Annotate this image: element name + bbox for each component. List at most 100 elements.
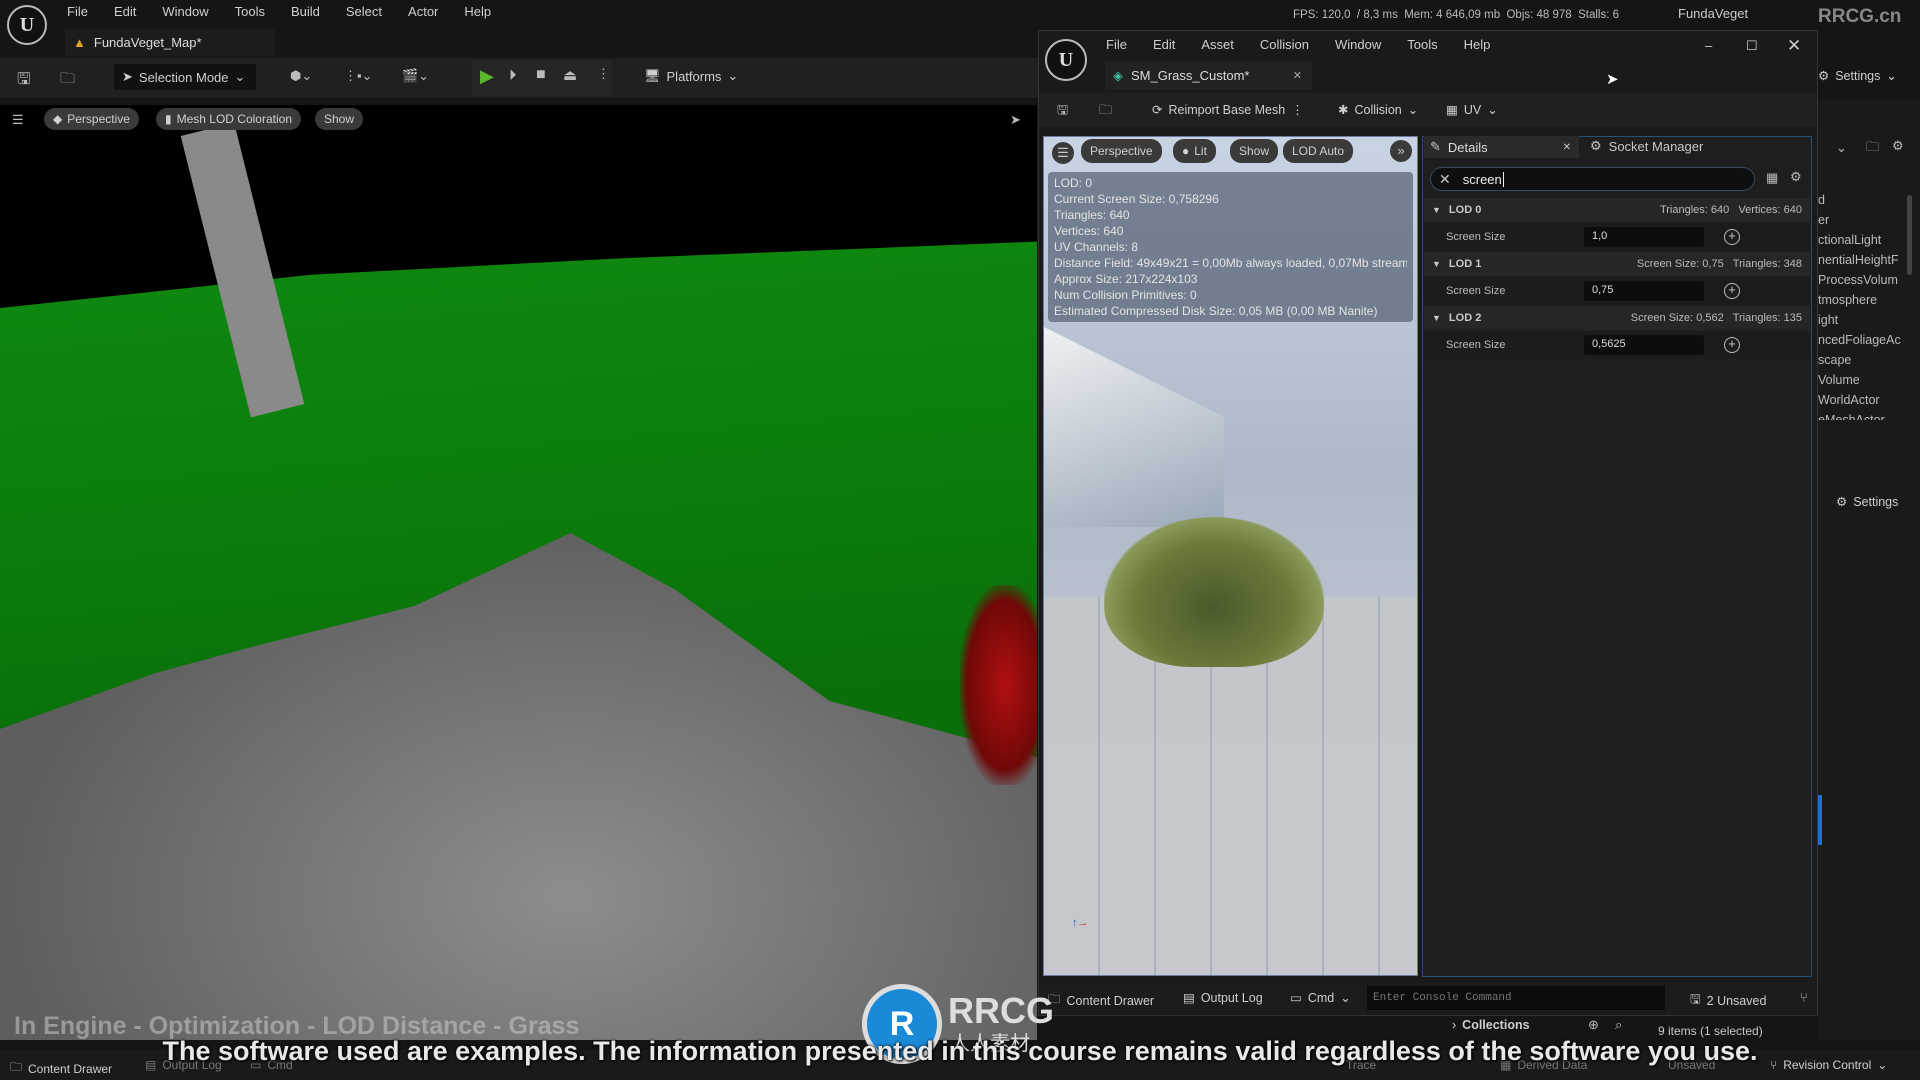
close-window-button[interactable]: ✕ [1787, 36, 1801, 56]
add-icon[interactable]: + [1724, 283, 1740, 299]
menu-file[interactable]: File [67, 4, 88, 19]
save-icon[interactable]: 🖫 [1057, 101, 1068, 123]
level-tab[interactable]: ▲ FundaVeget_Map* [65, 29, 275, 56]
reimport-button[interactable]: ⟳ Reimport Base Mesh ⋮ [1152, 102, 1304, 118]
lit-button[interactable]: ● Lit [1173, 139, 1216, 163]
settings-button[interactable]: ⚙ Settings ⌄ [1818, 68, 1897, 84]
outliner-item[interactable]: nentialHeightF [1818, 250, 1908, 270]
menu-edit[interactable]: Edit [1153, 37, 1175, 52]
menu-tools[interactable]: Tools [1407, 37, 1437, 52]
unreal-logo[interactable]: U [1045, 39, 1087, 81]
console-command-input[interactable] [1367, 986, 1665, 1010]
outliner-item[interactable]: scape [1818, 350, 1908, 370]
maximize-button[interactable]: ☐ [1746, 38, 1758, 54]
show-button[interactable]: Show [315, 108, 364, 130]
outliner-item[interactable]: eMeshActor [1818, 410, 1908, 420]
outliner-item[interactable]: ProcessVolum [1818, 270, 1908, 290]
menu-select[interactable]: Select [346, 4, 382, 19]
outliner-item[interactable]: d [1818, 190, 1908, 210]
uv-button[interactable]: ▦ UV ⌄ [1446, 102, 1498, 118]
menu-help[interactable]: Help [1464, 37, 1491, 52]
screen-size-input[interactable]: 0,75 [1584, 281, 1704, 301]
browse-icon[interactable]: 🗀 [60, 68, 75, 93]
expand-toolbar-icon[interactable]: » [1390, 140, 1412, 162]
menu-edit[interactable]: Edit [114, 4, 136, 19]
clear-search-icon[interactable]: ✕ [1439, 171, 1451, 188]
menu-collision[interactable]: Collision [1260, 37, 1309, 52]
blueprint-icon[interactable]: ⋮▪⌄ [344, 68, 373, 84]
close-tab-icon[interactable]: ✕ [1293, 69, 1302, 82]
cinematics-icon[interactable]: 🎬⌄ [402, 68, 429, 84]
details-tab[interactable]: ✎ Details ✕ [1424, 136, 1579, 158]
add-icon[interactable]: + [1724, 337, 1740, 353]
outliner-item[interactable]: ncedFoliageAc [1818, 330, 1908, 350]
chevron-down-icon[interactable]: ⌄ [1836, 140, 1847, 156]
menu-file[interactable]: File [1106, 37, 1127, 52]
output-log-button[interactable]: ▤ Output Log [1183, 990, 1263, 1006]
platforms-button[interactable]: 🖥 Platforms ⌄ [644, 68, 738, 84]
save-icon[interactable]: 🖫 [17, 68, 31, 95]
outliner-settings-button[interactable]: ⚙ Settings [1836, 494, 1898, 510]
menu-actor[interactable]: Actor [408, 4, 438, 19]
cmd-button[interactable]: ▭ Cmd ⌄ [1290, 990, 1351, 1006]
outliner-item[interactable]: ight [1818, 310, 1908, 330]
unsaved-button[interactable]: 🖫 2 Unsaved [1690, 990, 1766, 1011]
details-search-input[interactable]: ✕ screen [1430, 167, 1755, 191]
settings-gear-icon[interactable]: ⚙ [1790, 169, 1802, 185]
outliner-item[interactable]: tmosphere [1818, 290, 1908, 310]
step-icon[interactable]: ⏵ [509, 67, 517, 84]
eject-icon[interactable]: ⏏ [563, 66, 577, 84]
menu-window[interactable]: Window [1335, 37, 1381, 52]
source-control-icon[interactable]: ⑂ [1800, 990, 1808, 1005]
content-drawer-button[interactable]: 🗀 Content Drawer [10, 1058, 112, 1079]
collision-button[interactable]: ✱ Collision ⌄ [1338, 102, 1418, 118]
socket-manager-tab[interactable]: ⚙ Socket Manager [1590, 138, 1703, 154]
chevron-down-icon: ⌄ [1877, 1058, 1888, 1072]
search-icon[interactable]: ⌕ [1615, 1017, 1622, 1033]
outliner-item[interactable]: Volume [1818, 370, 1908, 390]
lod-header[interactable]: ▼ LOD 2 Screen Size: 0,562 Triangles: 135 [1424, 306, 1810, 330]
level-viewport[interactable] [0, 105, 1037, 1040]
asset-tab[interactable]: ◈ SM_Grass_Custom* ✕ [1105, 61, 1312, 90]
table-view-icon[interactable]: ▦ [1766, 170, 1778, 186]
menu-tools[interactable]: Tools [235, 4, 265, 19]
add-folder-icon[interactable]: 🗀 [1866, 138, 1879, 160]
collections-toggle[interactable]: › Collections [1452, 1018, 1530, 1032]
viewport-menu-icon[interactable]: ☰ [1052, 142, 1074, 164]
outliner-item[interactable]: er [1818, 210, 1908, 230]
perspective-button[interactable]: Perspective [1081, 139, 1162, 163]
add-collection-icon[interactable]: ⊕ [1588, 1017, 1599, 1033]
content-drawer-button[interactable]: 🗀 Content Drawer [1048, 990, 1154, 1011]
stop-icon[interactable]: ■ [536, 66, 546, 84]
menu-asset[interactable]: Asset [1201, 37, 1234, 52]
play-icon[interactable]: ▶ [480, 66, 494, 87]
screen-size-input[interactable]: 1,0 [1584, 227, 1704, 247]
lod-header[interactable]: ▼ LOD 0 Triangles: 640 Vertices: 640 [1424, 198, 1810, 222]
lod-header[interactable]: ▼ LOD 1 Screen Size: 0,75 Triangles: 348 [1424, 252, 1810, 276]
collapse-arrow-icon[interactable]: ▼ [1432, 259, 1441, 269]
minimize-button[interactable]: – [1705, 38, 1712, 53]
select-cursor-icon[interactable]: ➤ [1010, 112, 1021, 128]
collapse-arrow-icon[interactable]: ▼ [1432, 313, 1441, 323]
unreal-logo[interactable]: U [7, 5, 47, 45]
outliner-scrollbar[interactable] [1907, 195, 1912, 275]
browse-icon[interactable]: 🗀 [1099, 101, 1112, 123]
add-icon[interactable]: + [1724, 229, 1740, 245]
selection-mode-button[interactable]: ➤ Selection Mode ⌄ [114, 64, 256, 90]
menu-window[interactable]: Window [162, 4, 208, 19]
screen-size-input[interactable]: 0,5625 [1584, 335, 1704, 355]
lod-button[interactable]: LOD Auto [1283, 139, 1354, 163]
outliner-item[interactable]: WorldActor [1818, 390, 1908, 410]
close-tab-icon[interactable]: ✕ [1563, 142, 1571, 153]
gear-icon[interactable]: ⚙ [1892, 138, 1904, 154]
show-button[interactable]: Show [1230, 139, 1279, 163]
outliner-item[interactable]: ctionalLight [1818, 230, 1908, 250]
view-mode-button[interactable]: ▮ Mesh LOD Coloration [156, 108, 301, 130]
perspective-button[interactable]: ◆ Perspective [44, 108, 139, 130]
more-icon[interactable]: ⋮ [597, 66, 610, 82]
add-actor-icon[interactable]: ⬢⌄ [290, 68, 312, 84]
menu-build[interactable]: Build [291, 4, 320, 19]
viewport-menu-icon[interactable]: ☰ [12, 112, 24, 128]
menu-help[interactable]: Help [464, 4, 491, 19]
collapse-arrow-icon[interactable]: ▼ [1432, 205, 1441, 215]
